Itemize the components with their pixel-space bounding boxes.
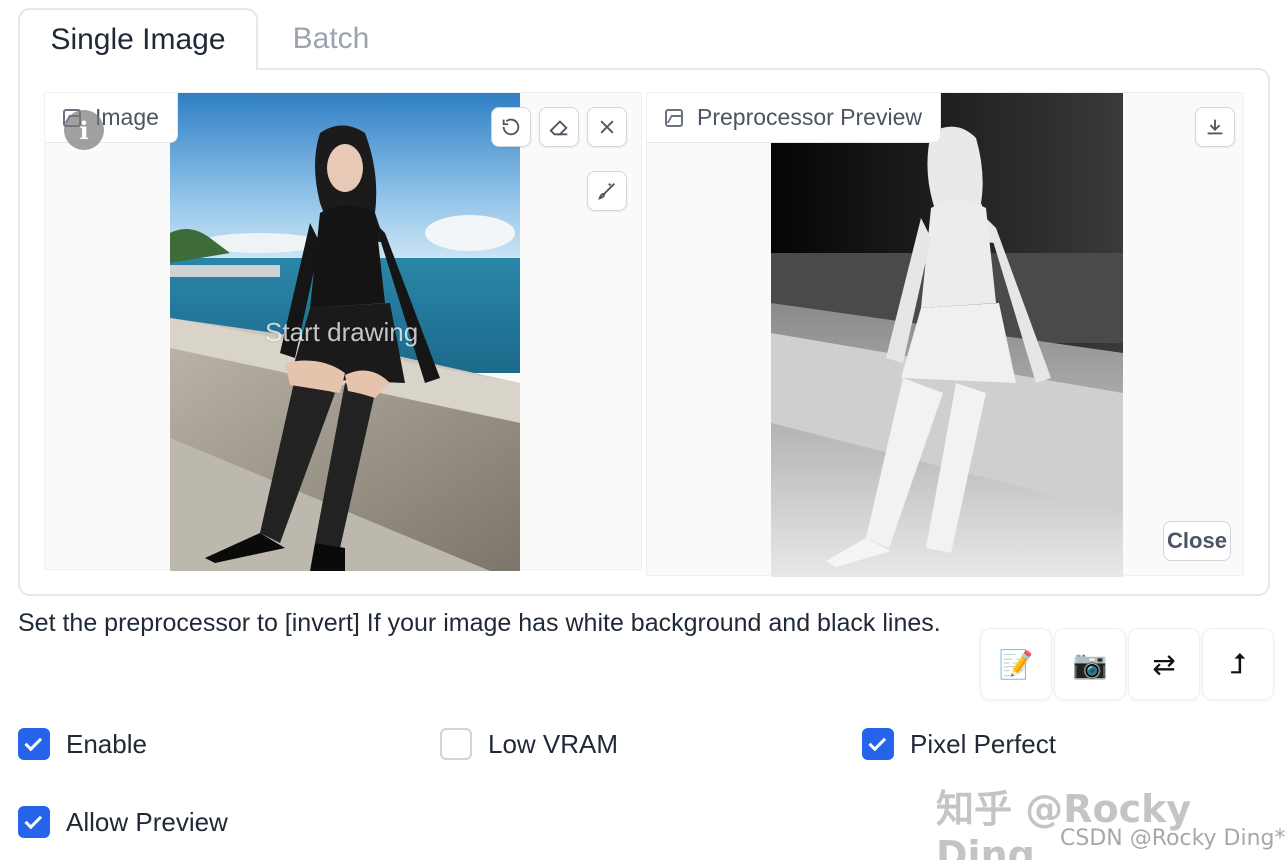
checkbox-checked-icon[interactable] bbox=[18, 728, 50, 760]
low-vram-checkbox[interactable]: Low VRAM bbox=[440, 728, 618, 760]
info-icon[interactable]: i bbox=[64, 110, 104, 150]
enable-label: Enable bbox=[66, 728, 147, 759]
low-vram-label: Low VRAM bbox=[488, 728, 619, 759]
pixel-perfect-checkbox[interactable]: Pixel Perfect bbox=[862, 728, 1056, 760]
preprocessor-preview-canvas: Preprocessor Preview Close bbox=[646, 92, 1244, 577]
single-image-panel: Image Start drawing i Preprocessor Previ… bbox=[18, 68, 1270, 596]
swap-icon[interactable]: ⇄ bbox=[1128, 628, 1200, 700]
eraser-icon[interactable] bbox=[539, 107, 579, 147]
undo-icon[interactable] bbox=[491, 107, 531, 147]
preprocessor-hint: Set the preprocessor to [invert] If your… bbox=[18, 609, 941, 637]
tool-button-group: 📝 📷 ⇄ ⮥ bbox=[980, 628, 1274, 700]
checkbox-checked-icon[interactable] bbox=[18, 806, 50, 838]
close-icon[interactable] bbox=[587, 107, 627, 147]
tab-batch[interactable]: Batch bbox=[258, 8, 404, 70]
preview-label: Preprocessor Preview bbox=[647, 93, 941, 143]
enable-checkbox[interactable]: Enable bbox=[18, 728, 147, 760]
allow-preview-label: Allow Preview bbox=[66, 806, 228, 837]
allow-preview-checkbox[interactable]: Allow Preview bbox=[18, 806, 228, 838]
image-input-canvas[interactable]: Image Start drawing bbox=[44, 92, 642, 571]
tab-bar: Single Image Batch bbox=[18, 8, 404, 70]
camera-icon[interactable]: 📷 bbox=[1054, 628, 1126, 700]
depth-map-preview bbox=[771, 93, 1123, 577]
brush-icon[interactable] bbox=[587, 171, 627, 211]
pixel-perfect-label: Pixel Perfect bbox=[910, 728, 1056, 759]
download-icon[interactable] bbox=[1195, 107, 1235, 147]
checkbox-checked-icon[interactable] bbox=[862, 728, 894, 760]
send-up-icon[interactable]: ⮥ bbox=[1202, 628, 1274, 700]
memo-icon[interactable]: 📝 bbox=[980, 628, 1052, 700]
image-icon bbox=[665, 108, 683, 127]
tab-single-image[interactable]: Single Image bbox=[18, 8, 258, 70]
start-drawing-overlay: Start drawing bbox=[265, 317, 419, 347]
checkbox-unchecked-icon[interactable] bbox=[440, 728, 472, 760]
close-button[interactable]: Close bbox=[1163, 521, 1231, 561]
image-label-text: Image bbox=[95, 104, 159, 130]
preview-label-text: Preprocessor Preview bbox=[697, 104, 922, 130]
csdn-watermark: CSDN @Rocky Ding* bbox=[1060, 826, 1286, 851]
